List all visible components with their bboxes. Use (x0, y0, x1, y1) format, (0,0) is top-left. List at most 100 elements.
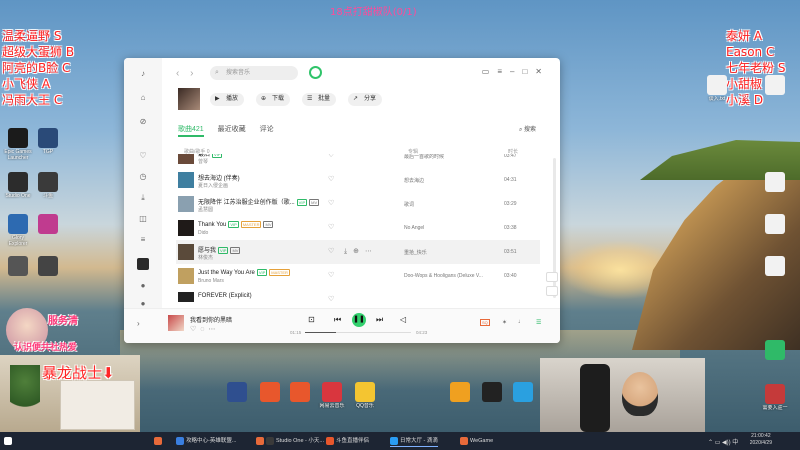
song-artist[interactable]: 孟慧圆 (198, 206, 213, 213)
desktop-icon[interactable] (477, 382, 507, 415)
song-artist[interactable]: 夏日入侵企画 (198, 182, 228, 189)
taskbar-app[interactable] (256, 435, 266, 447)
taskbar-app[interactable] (154, 435, 164, 447)
like-icon[interactable]: ♡ (328, 154, 334, 159)
playlist-cover-icon[interactable] (137, 258, 149, 270)
download-icon[interactable]: ⤓ (344, 248, 353, 255)
like-icon[interactable]: ♡ (190, 326, 200, 333)
song-album[interactable]: No Angel (404, 225, 500, 231)
scroll-top-button[interactable] (546, 286, 558, 296)
maximize-icon[interactable]: □ (522, 67, 535, 76)
song-title[interactable]: 想去海边 (伴奏) (198, 173, 240, 182)
desktop-icon[interactable]: Epic Games Launcher (3, 128, 33, 161)
song-title[interactable]: Just the Way You Are VIP MASTER (198, 269, 290, 276)
song-cover[interactable] (178, 268, 194, 284)
desktop-icon[interactable] (222, 382, 252, 415)
song-album[interactable]: 歌词 (404, 201, 500, 208)
like-icon[interactable]: ♡ (328, 199, 334, 207)
desktop-icon[interactable] (508, 382, 538, 415)
song-album[interactable]: 最后一首歌的时候 (404, 154, 500, 160)
song-row[interactable]: 愿与我 VIP MV 林俊杰 ♡ ⤓⊕⋯ 重拾_快乐 03:51 (176, 240, 540, 264)
song-artist[interactable]: Dido (198, 230, 208, 236)
tab-songs[interactable]: 歌曲421 (178, 126, 204, 137)
desktop-icon[interactable] (33, 214, 63, 247)
like-icon[interactable]: ♡ (328, 295, 334, 302)
desktop-icon[interactable] (285, 382, 315, 415)
desktop-icon[interactable]: 谈入.txt (702, 75, 732, 108)
song-artist[interactable]: 林俊杰 (198, 254, 213, 261)
pause-button[interactable]: ❚❚ (352, 313, 366, 327)
song-artist[interactable]: Bruno Mars (198, 278, 224, 284)
next-icon[interactable]: ⏭ (376, 315, 383, 325)
tab-comments[interactable]: 评论 (260, 126, 274, 133)
desktop-icon[interactable]: 斗鱼 (33, 172, 63, 205)
lyrics-icon[interactable]: ♩ (518, 319, 524, 325)
song-album[interactable]: Doo-Wops & Hooligans (Deluxe V... (404, 273, 500, 279)
playlist-icon[interactable]: ≡ (137, 234, 149, 246)
desktop-icon[interactable] (760, 75, 790, 108)
miniplayer-icon[interactable]: ▭ (482, 67, 498, 76)
song-cover[interactable] (178, 172, 194, 188)
queue-icon[interactable]: ☰ (536, 319, 541, 326)
desktop-icon[interactable]: TGP (33, 128, 63, 161)
taskbar-app[interactable]: 日常大厅 - 滴滴 (390, 435, 438, 447)
desktop-icon[interactable] (33, 256, 63, 289)
song-cover[interactable] (178, 196, 194, 212)
forward-icon[interactable]: › (190, 68, 193, 79)
taskbar-app[interactable]: 攻略中心-英雄联盟... (176, 435, 236, 447)
song-artist[interactable]: 曾琴 (198, 158, 208, 165)
clock[interactable]: 21:00:42 2020/4/29 (750, 433, 772, 447)
progress-bar[interactable] (305, 332, 411, 333)
song-cover[interactable] (178, 154, 194, 164)
desktop-icon[interactable] (760, 172, 790, 205)
loop-icon[interactable]: ⊡ (308, 315, 315, 324)
song-album[interactable]: 想去海边 (404, 177, 500, 184)
song-cover[interactable] (178, 220, 194, 236)
system-tray[interactable]: ⌃ ▭ ◀)) 中 (708, 437, 738, 446)
start-button[interactable] (4, 435, 14, 447)
song-tag[interactable]: MV (263, 221, 274, 228)
desktop-icon[interactable]: Studio One (3, 172, 33, 205)
batch-button[interactable]: ☰ 批量 (302, 93, 337, 106)
quality-badge[interactable]: SQ (480, 319, 490, 326)
song-title[interactable]: 无限降伴 江苏治服企业创作版（歌... VIP MV (198, 197, 320, 206)
desktop-icon[interactable]: 需要入驻一 (760, 384, 790, 417)
song-cover[interactable] (178, 244, 194, 260)
song-row[interactable]: 想去海边 (伴奏) 夏日入侵企画 ♡ 想去海边 04:31 (176, 168, 540, 192)
tab-recent[interactable]: 最近收藏 (218, 126, 246, 133)
song-row[interactable]: Just the Way You Are VIP MASTER Bruno Mars ♡… (176, 264, 540, 288)
desktop-icon[interactable]: QQ音乐 (350, 382, 380, 415)
song-cover[interactable] (178, 292, 194, 302)
desktop-icon[interactable] (760, 256, 790, 289)
now-playing-cover[interactable] (168, 315, 184, 331)
like-icon[interactable]: ♡ (328, 247, 334, 255)
avatar-icon[interactable]: ● (137, 280, 149, 292)
song-row[interactable]: 无限降伴 江苏治服企业创作版（歌... VIP MV 孟慧圆 ♡ 歌词 03:29 (176, 192, 540, 216)
collapse-icon[interactable]: › (137, 319, 140, 328)
close-icon[interactable]: ✕ (535, 67, 550, 76)
more-icon[interactable]: ⋯ (208, 326, 219, 333)
download-icon[interactable]: ⤓ (137, 192, 149, 204)
taskbar-app[interactable]: Studio One - 小天... (266, 435, 324, 447)
heart-icon[interactable]: ♡ (137, 150, 149, 162)
taskbar-app[interactable]: 斗鱼直播伴侣 (326, 435, 369, 447)
song-title[interactable]: Thank You VIP MASTER MV (198, 221, 274, 228)
back-icon[interactable]: ‹ (176, 68, 179, 79)
volume-icon[interactable]: ◁ (400, 315, 406, 324)
like-icon[interactable]: ♡ (328, 175, 334, 183)
song-tag[interactable]: MV (230, 246, 241, 254)
add-icon[interactable]: ⊕ (353, 248, 365, 255)
locate-button[interactable] (546, 272, 558, 282)
effects-icon[interactable]: ✶ (502, 319, 507, 326)
home-icon[interactable]: ⌂ (137, 92, 149, 104)
song-row[interactable]: 最后 VIP 曾琴 ♡ 最后一首歌的时候 03:47 (176, 154, 540, 168)
search-input[interactable]: ⌕ 搜索音乐 (210, 66, 298, 80)
desktop-icon[interactable] (445, 382, 475, 415)
desktop-icon[interactable]: 网易云音乐 (317, 382, 347, 415)
song-tag[interactable]: MV (309, 198, 320, 206)
tab-search-button[interactable]: ⌕ 搜索 (519, 124, 536, 134)
discover-icon[interactable]: ⊘ (137, 116, 149, 128)
desktop-icon[interactable]: Glory Explorer (3, 214, 33, 247)
purchased-icon[interactable]: ◫ (137, 213, 149, 225)
song-row[interactable]: Thank You VIP MASTER MV Dido ♡ No Angel 03:38 (176, 216, 540, 240)
